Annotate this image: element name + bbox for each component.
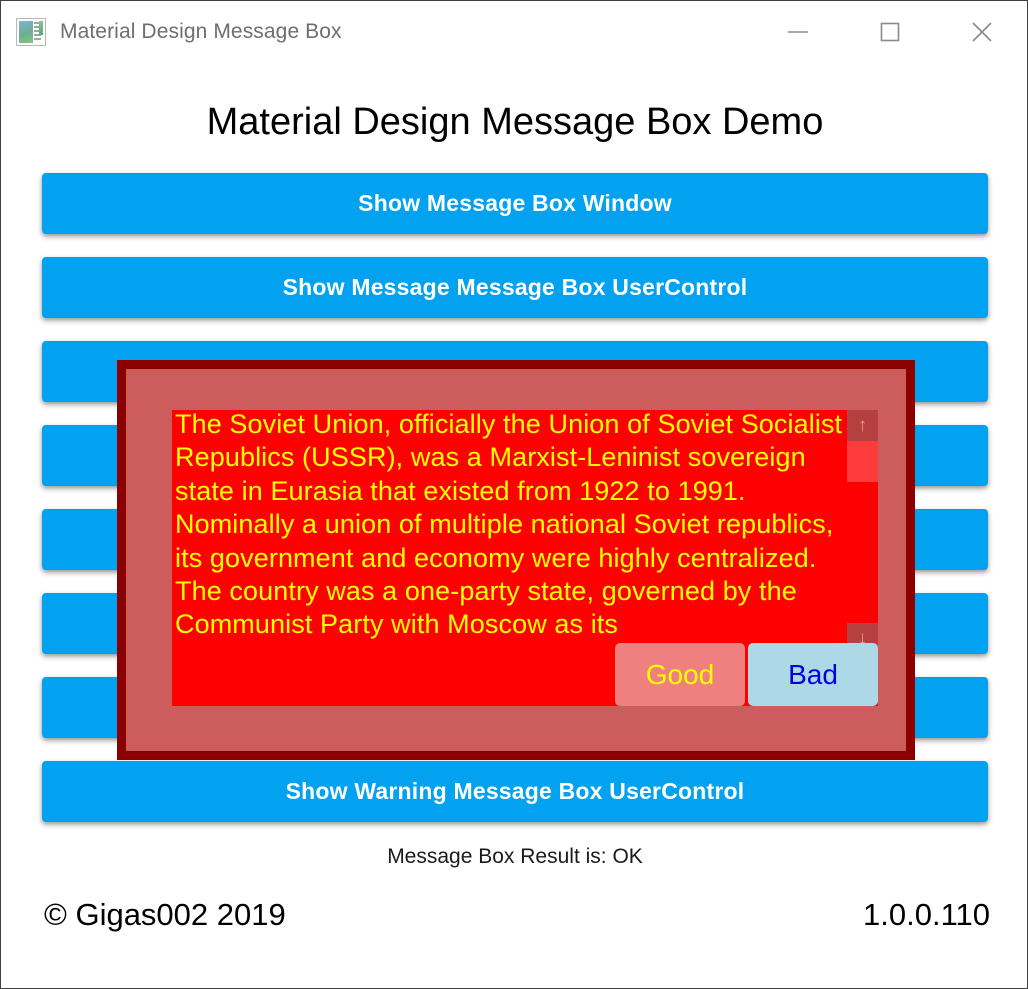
app-window: Material Design Message Box Material Des… <box>0 0 1028 989</box>
message-box-text-area: The Soviet Union, officially the Union o… <box>172 410 878 706</box>
show-warning-message-box-usercontrol-button[interactable]: Show Warning Message Box UserControl <box>42 761 988 822</box>
message-box-actions: Good Bad <box>615 643 878 706</box>
version-label: 1.0.0.110 <box>863 897 990 932</box>
bad-button[interactable]: Bad <box>748 643 878 706</box>
show-message-box-usercontrol-button[interactable]: Show Message Message Box UserControl <box>42 257 988 318</box>
window-title: Material Design Message Box <box>60 20 342 43</box>
minimize-button[interactable] <box>752 2 844 62</box>
page-title: Material Design Message Box Demo <box>206 101 824 143</box>
good-button[interactable]: Good <box>615 643 745 706</box>
maximize-icon <box>879 21 901 43</box>
app-window-icon <box>16 18 46 46</box>
message-box-dialog: The Soviet Union, officially the Union o… <box>117 360 915 760</box>
window-controls <box>752 2 1027 62</box>
title-bar: Material Design Message Box <box>2 2 1027 62</box>
main-content: Material Design Message Box Demo Show Me… <box>2 62 1027 988</box>
copyright-label: © Gigas002 2019 <box>44 897 286 932</box>
message-box-result-label: Message Box Result is: OK <box>387 845 643 868</box>
maximize-button[interactable] <box>844 2 936 62</box>
message-box-message: The Soviet Union, officially the Union o… <box>175 410 843 640</box>
close-icon <box>970 20 994 44</box>
minimize-icon <box>787 25 809 39</box>
show-message-box-window-button[interactable]: Show Message Box Window <box>42 173 988 234</box>
close-button[interactable] <box>936 2 1027 62</box>
scroll-up-icon[interactable]: ↑ <box>847 410 878 441</box>
scrollbar-thumb[interactable] <box>847 441 878 482</box>
